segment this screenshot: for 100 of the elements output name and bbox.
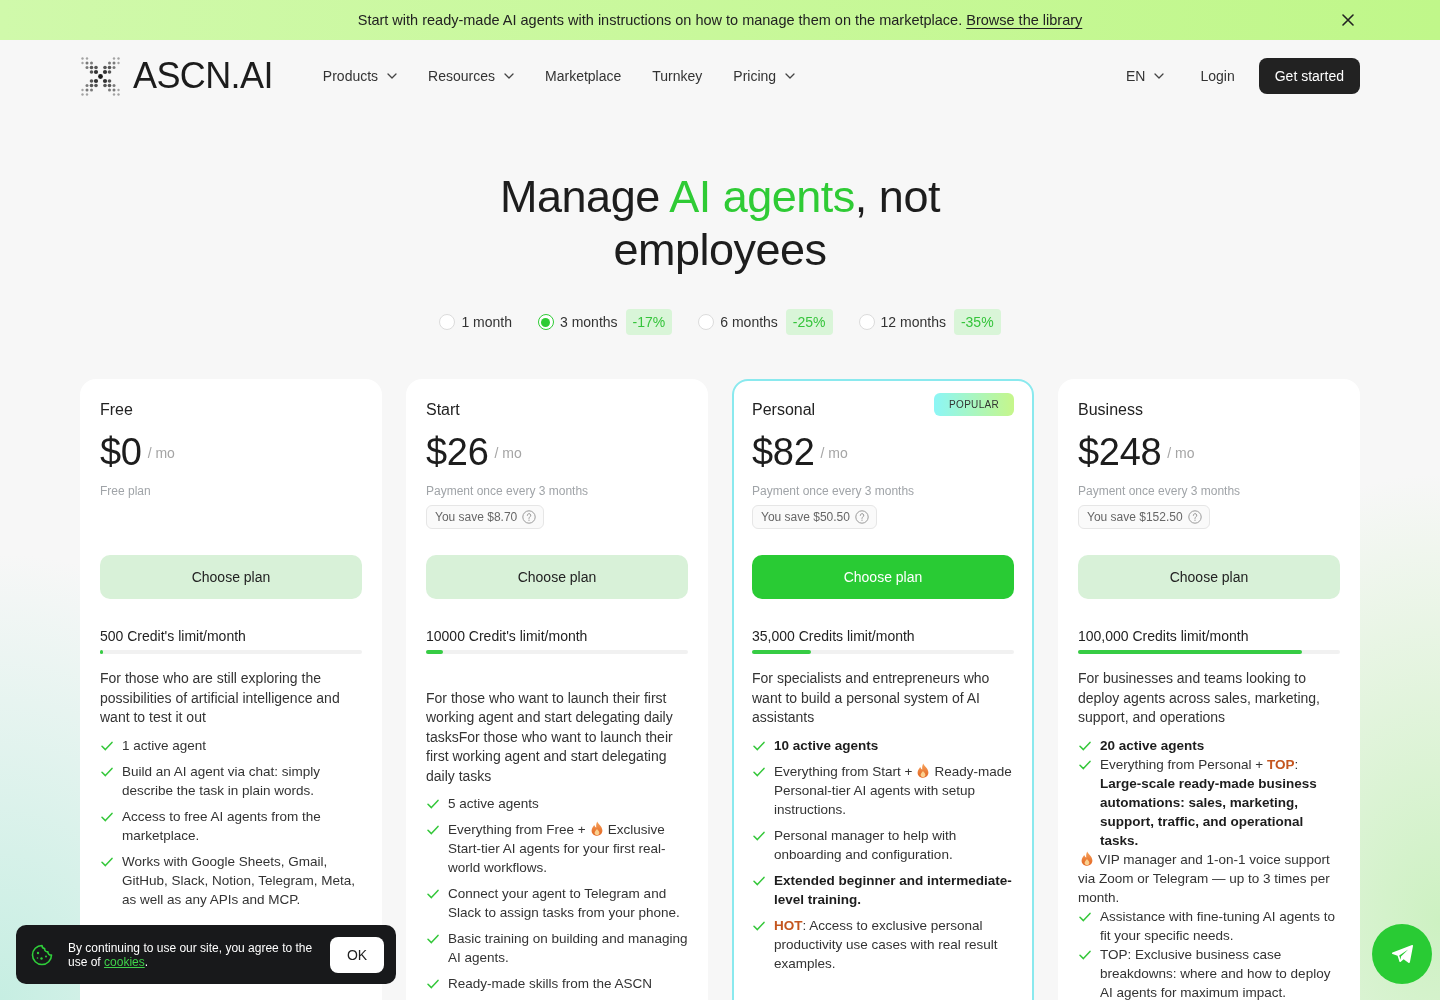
payment-note: Free plan [100, 483, 151, 499]
check-icon [427, 825, 439, 835]
ok-button[interactable]: OK [330, 936, 384, 973]
nav-link[interactable]: Resources [428, 66, 514, 86]
price-unit: / mo [1167, 445, 1195, 461]
feature-text: Assistance with fine-tuning AI agents to fit your specific needs. [1100, 907, 1336, 945]
chat-button[interactable] [1372, 924, 1432, 984]
feature-text: 5 active agents [448, 795, 540, 813]
feature-text: 10 active agents [774, 736, 880, 755]
credit-limit-text: 500 Credit's limit/month [100, 627, 246, 645]
plan-name: Business [1078, 400, 1143, 420]
choose-plan-button[interactable]: Choose plan [426, 555, 688, 599]
help-icon[interactable] [522, 510, 537, 524]
caret-icon [785, 73, 796, 79]
browse-library-link[interactable]: Browse the library [966, 12, 1083, 28]
check-icon [427, 889, 439, 899]
login-link[interactable]: Login [1200, 66, 1235, 86]
period-label[interactable]: 1 month [461, 309, 512, 335]
check-icon [1079, 911, 1091, 922]
period-label[interactable]: 12 months [880, 309, 946, 335]
credit-limit-text: 100,000 Credits limit/month [1078, 627, 1249, 645]
radio-button[interactable] [858, 314, 875, 330]
check-icon [1079, 759, 1091, 770]
feature-text: Everything from Start + Ready-made Personal-tier AI agents with setup instructions. [774, 761, 1013, 819]
get-started-button[interactable]: Get started [1258, 58, 1360, 94]
check-icon [753, 766, 765, 777]
payment-note: Payment once every 3 months [1078, 483, 1241, 499]
logo-text: ASCN.AI [133, 55, 273, 97]
savings-text: You save $8.70 [435, 510, 518, 524]
discount-badge: -25% [785, 309, 833, 335]
plan-name: Personal [752, 400, 816, 420]
discount-badge: -35% [953, 309, 1001, 335]
flame-icon [590, 821, 603, 836]
plan-description: For businesses and teams looking to deploy agents across sales, marketing, support, and operations [1078, 669, 1321, 727]
feature-text: HOT: Access to exclusive personal productivity use cases with real result examples. [774, 916, 999, 973]
help-icon[interactable] [854, 510, 869, 524]
plan-name: Start [426, 400, 460, 420]
credit-limit-text: 10000 Credit's limit/month [426, 627, 588, 645]
check-icon [753, 920, 765, 931]
caret-icon [504, 73, 514, 79]
check-icon [427, 799, 439, 809]
radio-button[interactable] [538, 314, 554, 330]
language-selector[interactable]: EN [1126, 68, 1165, 84]
check-icon [1079, 740, 1091, 751]
feature-text: TOP: Exclusive business case breakdowns: where and how to deploy AI agents for maximum impact. [1100, 945, 1332, 1000]
check-icon [101, 811, 113, 822]
feature-text: Basic training on building and managing AI agents. [448, 930, 688, 967]
feature-text: Everything from Personal + TOP: Large-scale ready-made business automations: sales, marketing, support, traffic, and operational tasks. [1100, 755, 1318, 850]
check-icon [753, 830, 765, 841]
feature-text: Connect your agent to Telegram and Slack to assign tasks from your phone. [448, 885, 681, 922]
check-icon [427, 934, 439, 944]
paper-plane-icon [1390, 942, 1414, 966]
nav-link[interactable]: Turnkey [652, 66, 703, 86]
feature-text: Everything from Free + Exclusive Start-tier AI agents for your first real-world workflows. [448, 820, 667, 877]
popular-badge: POPULAR [934, 393, 1014, 416]
period-label[interactable]: 6 months [720, 309, 778, 335]
choose-plan-button[interactable]: Choose plan [100, 555, 362, 599]
feature-text: 20 active agents [1100, 736, 1206, 755]
payment-note: Payment once every 3 months [752, 483, 915, 499]
radio-button[interactable] [698, 314, 715, 330]
savings-text: You save $152.50 [1087, 510, 1183, 524]
choose-plan-button[interactable]: Choose plan [1078, 555, 1340, 599]
help-icon[interactable] [1187, 510, 1202, 524]
savings-text: You save $50.50 [761, 510, 850, 524]
flame-icon [917, 762, 930, 778]
nav-link[interactable]: Marketplace [545, 66, 622, 86]
close-button[interactable] [1340, 12, 1356, 28]
period-label[interactable]: 3 months [560, 309, 618, 335]
feature-text: Build an AI agent via chat: simply describe the task in plain words. [122, 762, 322, 800]
price-unit: / mo [494, 445, 522, 461]
cookie-text: By continuing to use our site, you agree to the use of cookies. [68, 940, 314, 969]
check-icon [753, 875, 765, 886]
plan-description: For specialists and entrepreneurs who want to build a personal system of AI assistants [752, 669, 991, 727]
cookies-link[interactable]: cookies [104, 954, 145, 969]
caret-icon [1154, 73, 1165, 79]
price-amount: $26 [426, 431, 489, 473]
nav-link[interactable]: Products [322, 66, 398, 86]
feature-text: Personal manager to help with onboarding and configuration. [774, 826, 958, 864]
price-amount: $82 [752, 431, 815, 473]
feature-text: Access to free AI agents from the marketplace. [122, 807, 322, 845]
credit-limit-text: 35,000 Credits limit/month [752, 627, 915, 645]
nav-link[interactable]: Pricing [733, 66, 796, 86]
feature-text: 1 active agent [122, 736, 208, 755]
price-unit: / mo [147, 445, 175, 461]
page-heading: Manage AI agents, not employees [499, 170, 942, 276]
check-icon [753, 740, 765, 751]
caret-icon [387, 73, 398, 79]
logo-mark-icon [80, 55, 121, 97]
payment-note: Payment once every 3 months [426, 483, 589, 499]
flame-icon [1081, 850, 1093, 866]
check-icon [101, 740, 113, 751]
close-icon [1342, 14, 1354, 26]
radio-button[interactable] [439, 314, 456, 330]
discount-badge: -17% [625, 309, 673, 335]
cookie-icon [30, 942, 54, 967]
feature-text: VIP manager and 1-on-1 voice support via Zoom or Telegram — up to 3 times per month. [1078, 849, 1331, 907]
check-icon [1079, 949, 1091, 960]
check-icon [427, 979, 439, 989]
price-amount: $248 [1078, 431, 1162, 473]
feature-text: Ready-made skills from the ASCN [448, 975, 654, 993]
